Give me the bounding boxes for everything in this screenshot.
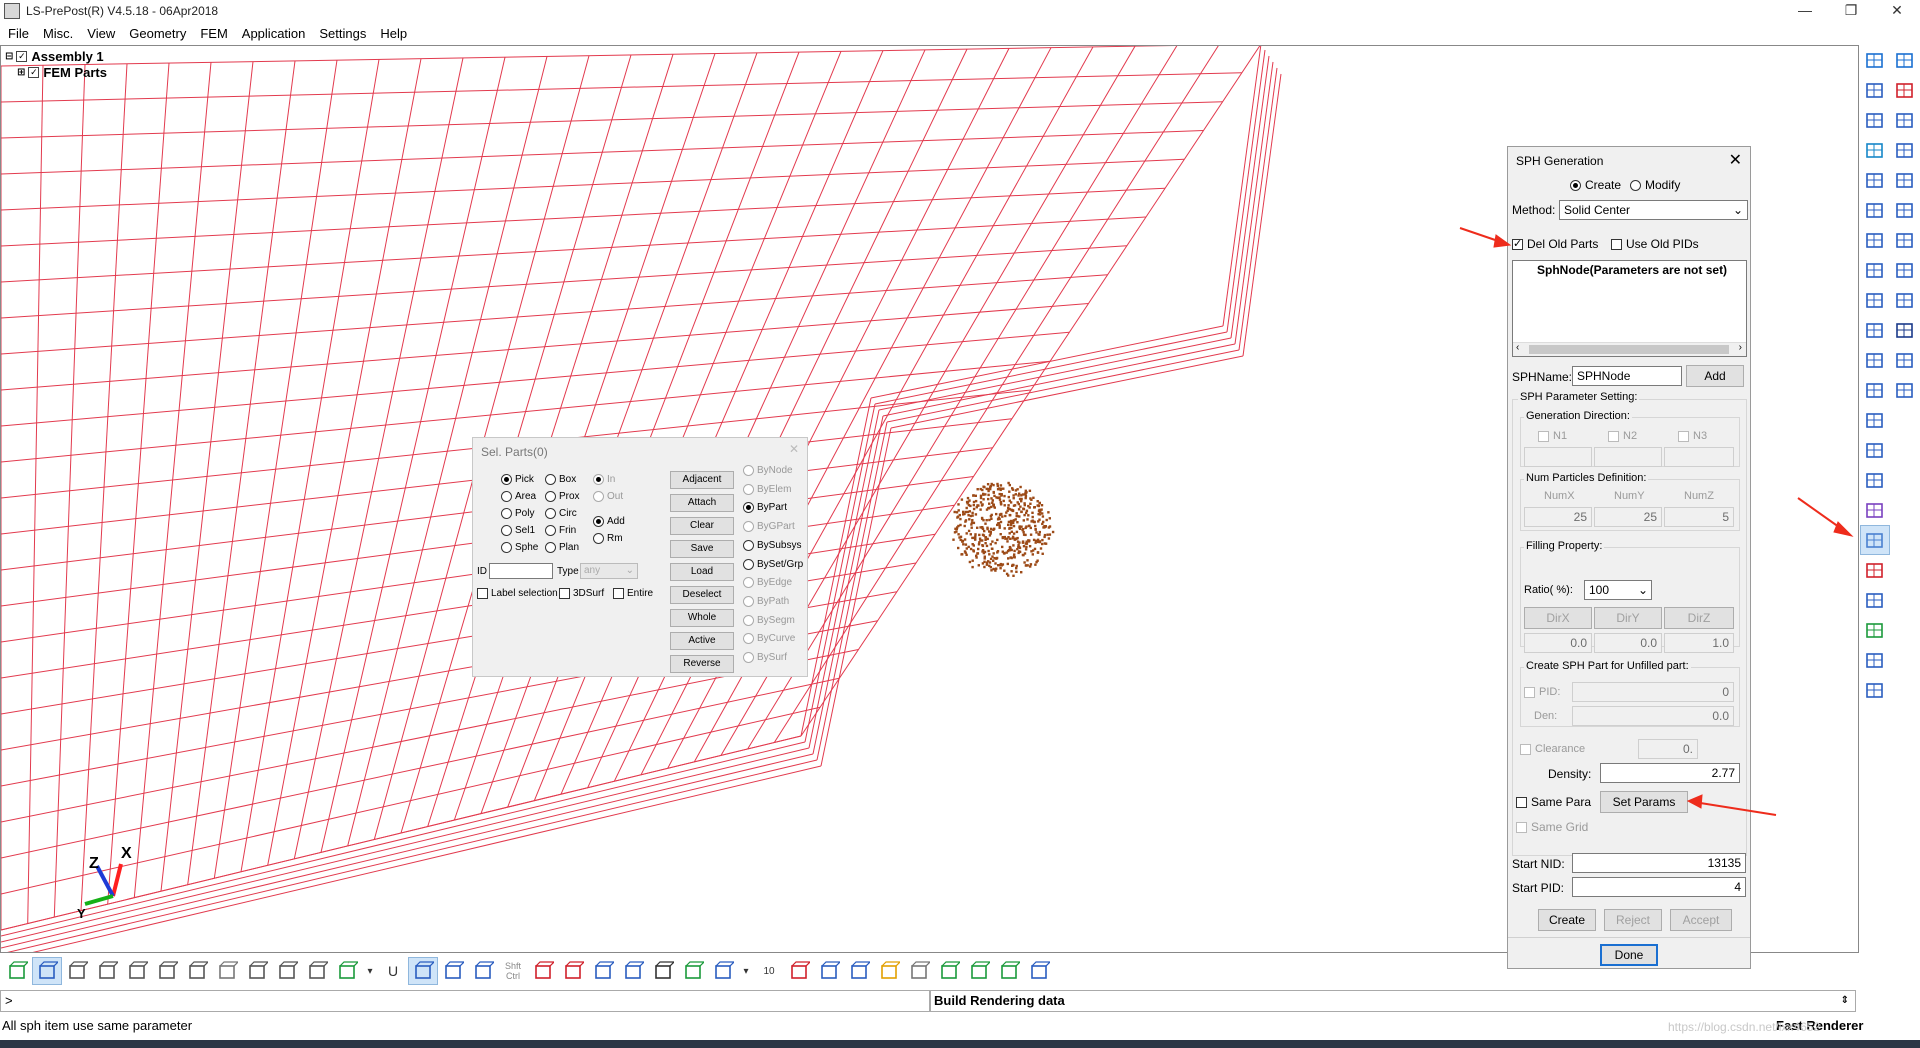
annotation-arrows <box>1459 227 1854 816</box>
arrow-set-params <box>1693 801 1777 816</box>
